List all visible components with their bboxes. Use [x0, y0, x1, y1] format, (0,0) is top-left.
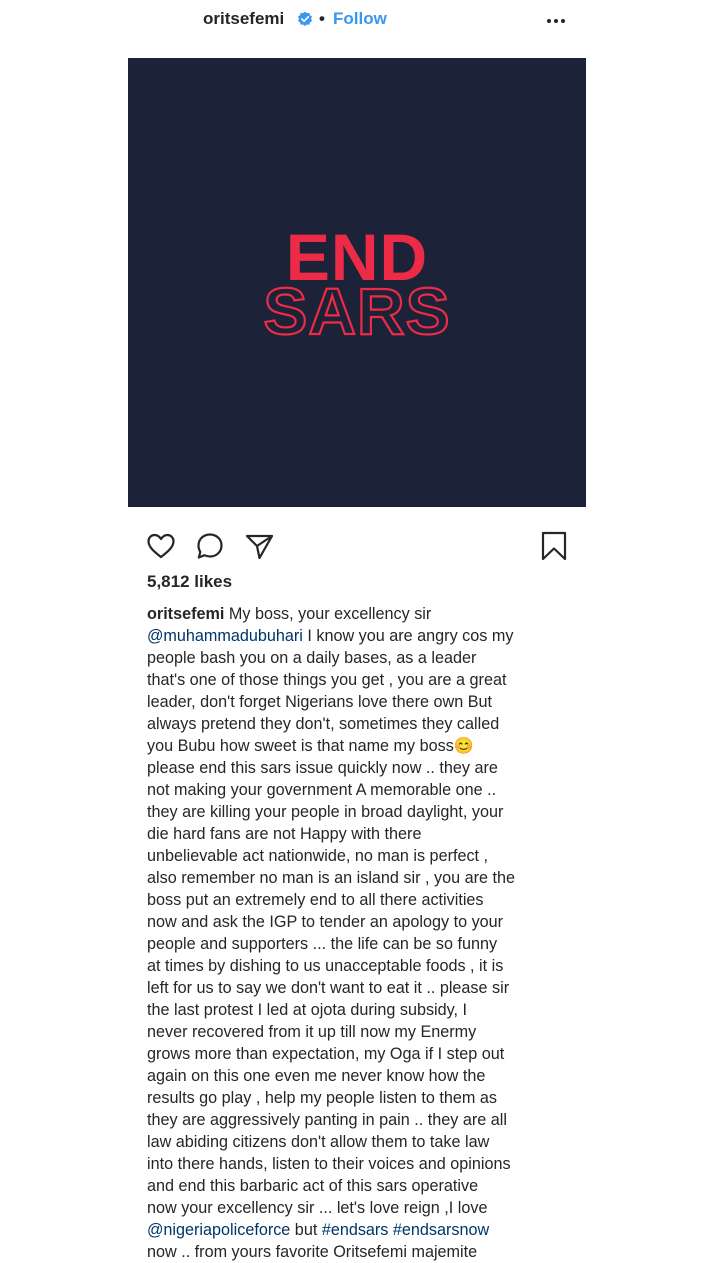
caption-line: never recovered from it up till now my E… — [147, 1021, 577, 1043]
caption-text: always pretend they don't, sometimes the… — [147, 715, 500, 733]
caption-text: that's one of those things you get , you… — [147, 671, 507, 689]
caption-text: unbelievable act nationwide, no man is p… — [147, 847, 489, 865]
post-caption: oritsefemi My boss, your excellency sir @… — [147, 603, 577, 1263]
caption-text: results go play , help my people listen … — [147, 1089, 498, 1107]
caption-line: also remember no man is an island sir , … — [147, 867, 577, 889]
caption-line: at times by dishing to us unacceptable f… — [147, 955, 577, 977]
caption-text: please end this sars issue quickly now .… — [147, 759, 498, 777]
verified-badge-icon — [297, 11, 313, 27]
caption-text: never recovered from it up till now my E… — [147, 1023, 477, 1041]
caption-line: into there hands, listen to their voices… — [147, 1153, 577, 1175]
caption-text: grows more than expectation, my Oga if I… — [147, 1045, 505, 1063]
heart-icon[interactable] — [145, 530, 177, 562]
caption-text: and end this barbaric act of this sars o… — [147, 1177, 479, 1195]
caption-text: not making your government A memorable o… — [147, 781, 497, 799]
caption-line: that's one of those things you get , you… — [147, 669, 577, 691]
caption-text: boss put an extremely end to all there a… — [147, 891, 484, 909]
caption-line: you Bubu how sweet is that name my boss😊 — [147, 735, 577, 757]
caption-line: people and supporters ... the life can b… — [147, 933, 577, 955]
caption-text: you Bubu how sweet is that name my boss😊 — [147, 737, 474, 755]
caption-text: leader, don't forget Nigerians love ther… — [147, 693, 493, 711]
caption-line: now .. from yours favorite Oritsefemi ma… — [147, 1241, 577, 1263]
caption-text: people bash you on a daily bases, as a l… — [147, 649, 477, 667]
post-username[interactable]: oritsefemi — [203, 9, 284, 29]
caption-text: they are killing your people in broad da… — [147, 803, 504, 821]
caption-line: die hard fans are not Happy with there — [147, 823, 577, 845]
caption-line: again on this one even me never know how… — [147, 1065, 577, 1087]
caption-text: left for us to say we don't want to eat … — [147, 979, 510, 997]
caption-line: now your excellency sir ... let's love r… — [147, 1197, 577, 1219]
caption-text: into there hands, listen to their voices… — [147, 1155, 511, 1173]
caption-text: at times by dishing to us unacceptable f… — [147, 957, 504, 975]
header-separator: • — [319, 9, 325, 28]
caption-line: @nigeriapoliceforce but #endsars #endsar… — [147, 1219, 577, 1241]
caption-text: also remember no man is an island sir , … — [147, 869, 515, 887]
mention-link[interactable]: @muhammadubuhari — [147, 627, 303, 645]
caption-line: law abiding citizens don't allow them to… — [147, 1131, 577, 1153]
caption-line: the last protest I led at ojota during s… — [147, 999, 577, 1021]
hashtag-link[interactable]: #endsarsnow — [393, 1221, 489, 1239]
caption-line: people bash you on a daily bases, as a l… — [147, 647, 577, 669]
caption-text: law abiding citizens don't allow them to… — [147, 1133, 490, 1151]
caption-line: and end this barbaric act of this sars o… — [147, 1175, 577, 1197]
caption-username[interactable]: oritsefemi — [147, 605, 224, 623]
caption-line: @muhammadubuhari I know you are angry co… — [147, 625, 577, 647]
caption-text: now .. from yours favorite Oritsefemi ma… — [147, 1243, 478, 1261]
likes-count[interactable]: 5,812 likes — [147, 572, 232, 592]
caption-line: oritsefemi My boss, your excellency sir — [147, 603, 577, 625]
caption-line: left for us to say we don't want to eat … — [147, 977, 577, 999]
caption-line: always pretend they don't, sometimes the… — [147, 713, 577, 735]
post-image[interactable]: END SARS — [128, 58, 586, 507]
more-options-icon[interactable] — [542, 6, 572, 32]
comment-icon[interactable] — [194, 530, 226, 562]
caption-text: now your excellency sir ... let's love r… — [147, 1199, 488, 1217]
caption-line: leader, don't forget Nigerians love ther… — [147, 691, 577, 713]
caption-line: they are aggressively panting in pain ..… — [147, 1109, 577, 1131]
caption-line: not making your government A memorable o… — [147, 779, 577, 801]
hashtag-link[interactable]: #endsars — [322, 1221, 389, 1239]
share-icon[interactable] — [243, 530, 275, 562]
caption-text: again on this one even me never know how… — [147, 1067, 486, 1085]
post-image-sars-text: SARS — [263, 274, 450, 348]
post-header: oritsefemi • Follow — [0, 0, 720, 40]
caption-text: but — [290, 1221, 322, 1239]
caption-text: die hard fans are not Happy with there — [147, 825, 422, 843]
caption-text: I know you are angry cos my — [302, 627, 514, 645]
caption-text: now and ask the IGP to tender an apology… — [147, 913, 504, 931]
caption-text: My boss, your excellency sir — [224, 605, 432, 623]
caption-line: unbelievable act nationwide, no man is p… — [147, 845, 577, 867]
caption-line: boss put an extremely end to all there a… — [147, 889, 577, 911]
post-actions-bar — [0, 530, 720, 564]
caption-text: the last protest I led at ojota during s… — [147, 1001, 468, 1019]
caption-line: they are killing your people in broad da… — [147, 801, 577, 823]
mention-link[interactable]: @nigeriapoliceforce — [147, 1221, 290, 1239]
caption-line: results go play , help my people listen … — [147, 1087, 577, 1109]
bookmark-icon[interactable] — [538, 530, 570, 562]
follow-button[interactable]: Follow — [333, 9, 387, 29]
caption-line: now and ask the IGP to tender an apology… — [147, 911, 577, 933]
caption-line: grows more than expectation, my Oga if I… — [147, 1043, 577, 1065]
caption-line: please end this sars issue quickly now .… — [147, 757, 577, 779]
caption-text: people and supporters ... the life can b… — [147, 935, 498, 953]
caption-text: they are aggressively panting in pain ..… — [147, 1111, 507, 1129]
